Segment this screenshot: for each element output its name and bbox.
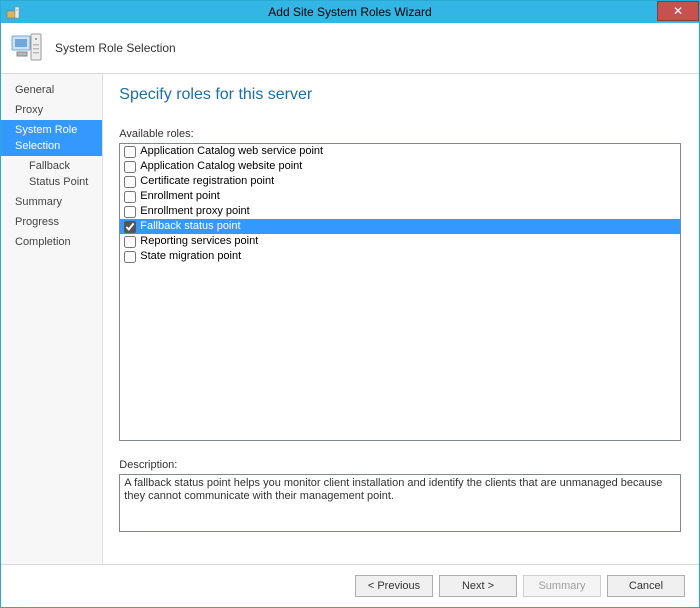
role-checkbox[interactable]	[124, 251, 136, 263]
role-row[interactable]: Enrollment proxy point	[120, 204, 680, 219]
role-label: Enrollment proxy point	[140, 204, 249, 219]
wizard-header: System Role Selection	[1, 23, 699, 74]
next-button[interactable]: Next >	[439, 575, 517, 597]
nav-item-proxy[interactable]: Proxy	[1, 100, 102, 120]
role-label: Reporting services point	[140, 234, 258, 249]
description-box: A fallback status point helps you monito…	[119, 474, 681, 532]
main-heading: Specify roles for this server	[119, 86, 681, 104]
close-button[interactable]: ✕	[657, 1, 699, 21]
server-icon	[9, 30, 45, 66]
role-row[interactable]: State migration point	[120, 249, 680, 264]
close-icon: ✕	[673, 5, 683, 17]
description-area: Description: A fallback status point hel…	[119, 459, 681, 532]
role-label: State migration point	[140, 249, 241, 264]
role-label: Certificate registration point	[140, 174, 274, 189]
role-row[interactable]: Application Catalog website point	[120, 159, 680, 174]
role-checkbox[interactable]	[124, 161, 136, 173]
nav-item-system-role-selection[interactable]: System Role Selection	[1, 120, 102, 156]
role-row[interactable]: Application Catalog web service point	[120, 144, 680, 159]
nav-item-completion[interactable]: Completion	[1, 232, 102, 252]
nav-item-progress[interactable]: Progress	[1, 212, 102, 232]
description-label: Description:	[119, 459, 681, 471]
role-row[interactable]: Reporting services point	[120, 234, 680, 249]
titlebar: Add Site System Roles Wizard ✕	[1, 1, 699, 23]
role-checkbox[interactable]	[124, 206, 136, 218]
role-label: Fallback status point	[140, 219, 240, 234]
role-row[interactable]: Certificate registration point	[120, 174, 680, 189]
role-checkbox[interactable]	[124, 146, 136, 158]
role-checkbox[interactable]	[124, 221, 136, 233]
main-panel: Specify roles for this server Available …	[103, 74, 699, 564]
role-row[interactable]: Enrollment point	[120, 189, 680, 204]
role-checkbox[interactable]	[124, 176, 136, 188]
role-label: Application Catalog website point	[140, 159, 302, 174]
nav-item-summary[interactable]: Summary	[1, 192, 102, 212]
nav-item-fallback-status-point[interactable]: Fallback Status Point	[1, 156, 102, 192]
wizard-footer: < Previous Next > Summary Cancel	[1, 564, 699, 607]
previous-button[interactable]: < Previous	[355, 575, 433, 597]
wizard-body: GeneralProxySystem Role SelectionFallbac…	[1, 74, 699, 564]
cancel-button[interactable]: Cancel	[607, 575, 685, 597]
available-roles-label: Available roles:	[119, 128, 681, 140]
available-roles-list[interactable]: Application Catalog web service pointApp…	[119, 143, 681, 441]
wizard-window: Add Site System Roles Wizard ✕ System Ro…	[0, 0, 700, 608]
role-checkbox[interactable]	[124, 191, 136, 203]
role-label: Application Catalog web service point	[140, 144, 323, 159]
role-label: Enrollment point	[140, 189, 220, 204]
nav-item-general[interactable]: General	[1, 80, 102, 100]
window-title: Add Site System Roles Wizard	[1, 5, 699, 19]
summary-button[interactable]: Summary	[523, 575, 601, 597]
app-icon	[5, 4, 21, 20]
role-row[interactable]: Fallback status point	[120, 219, 680, 234]
page-title: System Role Selection	[55, 41, 176, 55]
nav-sidebar: GeneralProxySystem Role SelectionFallbac…	[1, 74, 103, 564]
role-checkbox[interactable]	[124, 236, 136, 248]
